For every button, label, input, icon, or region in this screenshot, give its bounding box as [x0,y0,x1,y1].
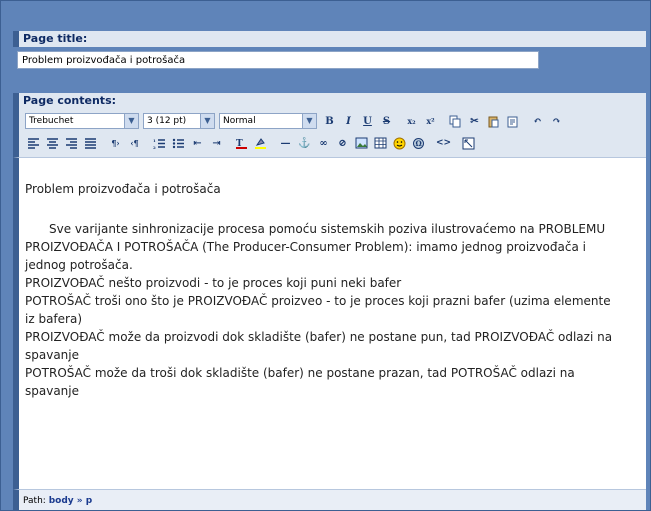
rtl-icon[interactable]: ‹¶ [126,135,143,152]
editor-content-area[interactable]: Problem proizvođača i potrošača Sve vari… [13,157,646,489]
page-title-header: Page title: [13,31,646,47]
editor-body: Sve varijante sinhronizacije procesa pom… [25,220,619,400]
ltr-icon[interactable]: ¶› [107,135,124,152]
align-left-icon[interactable] [25,135,42,152]
image-icon[interactable] [353,135,370,152]
align-center-icon[interactable] [44,135,61,152]
smiley-icon[interactable] [391,135,408,152]
strikethrough-icon[interactable]: S [378,113,395,130]
editor-line: POTROŠAČ troši ono što je PROIZVOĐAČ pro… [25,294,611,326]
text-color-icon[interactable]: T [233,135,250,152]
font-size-select[interactable]: 3 (12 pt) ▼ [143,113,215,129]
font-family-select[interactable]: Trebuchet ▼ [25,113,139,129]
toolbar-row-1: Trebuchet ▼ 3 (12 pt) ▼ Normal ▼ B I U S… [25,111,567,131]
chevron-down-icon: ▼ [124,114,138,128]
paste-icon[interactable] [485,113,502,130]
svg-text:2: 2 [153,145,156,149]
html-source-icon[interactable]: <> [435,135,452,152]
editor-heading: Problem proizvođača i potrošača [25,182,221,196]
redo-icon[interactable]: ↷ [548,113,565,130]
format-value: Normal [223,116,256,126]
page-title-label: Page title: [23,32,88,45]
path-bar: Path: body » p [13,489,646,510]
superscript-icon[interactable]: x² [422,113,439,130]
unlink-icon[interactable]: ⊘ [334,135,351,152]
toolbar-row-2: ¶› ‹¶ 12 ⇤ ⇥ T — ⚓ ∞ ⊘ Ω <> [25,133,479,153]
font-family-value: Trebuchet [29,116,74,126]
cut-icon[interactable]: ✂ [466,113,483,130]
ordered-list-icon[interactable]: 12 [151,135,168,152]
paste-word-icon[interactable] [504,113,521,130]
horizontal-rule-icon[interactable]: — [277,135,294,152]
editor-paragraph: Sve varijante sinhronizacije procesa pom… [25,222,606,272]
page-contents-header: Page contents: [13,93,646,109]
editor-toolbar: Trebuchet ▼ 3 (12 pt) ▼ Normal ▼ B I U S… [13,109,646,157]
anchor-icon[interactable]: ⚓ [296,135,313,152]
format-select[interactable]: Normal ▼ [219,113,317,129]
italic-icon[interactable]: I [340,113,357,130]
unordered-list-icon[interactable] [170,135,187,152]
chevron-down-icon: ▼ [302,114,316,128]
editor-line: PROIZVOĐAČ nešto proizvodi - to je proce… [25,276,402,290]
bold-icon[interactable]: B [321,113,338,130]
outdent-icon[interactable]: ⇤ [189,135,206,152]
path-label: Path: [23,496,46,506]
editor-line: PROIZVOĐAČ može da proizvodi dok skladiš… [25,330,613,362]
background-color-icon[interactable] [252,135,269,152]
page-title-input[interactable] [17,51,539,69]
page-contents-label: Page contents: [23,94,117,107]
wiki-editor-frame: Page title: Page contents: Trebuchet ▼ 3… [0,0,651,511]
svg-text:Ω: Ω [416,139,422,148]
copy-icon[interactable] [447,113,464,130]
undo-icon[interactable]: ↶ [529,113,546,130]
underline-icon[interactable]: U [359,113,376,130]
svg-text:1: 1 [153,138,156,143]
link-icon[interactable]: ∞ [315,135,332,152]
editor-line: POTROŠAČ može da troši dok skladište (ba… [25,366,575,398]
fullscreen-icon[interactable] [460,135,477,152]
table-icon[interactable] [372,135,389,152]
path-value[interactable]: body » p [49,496,92,506]
subscript-icon[interactable]: x₂ [403,113,420,130]
align-right-icon[interactable] [63,135,80,152]
indent-icon[interactable]: ⇥ [208,135,225,152]
align-justify-icon[interactable] [82,135,99,152]
font-size-value: 3 (12 pt) [147,116,187,126]
chevron-down-icon: ▼ [200,114,214,128]
special-char-icon[interactable]: Ω [410,135,427,152]
